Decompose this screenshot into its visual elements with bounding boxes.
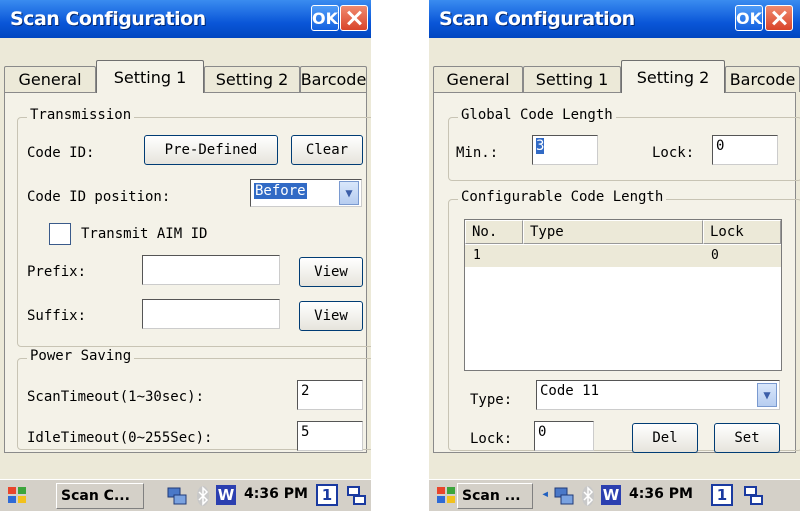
tab-general[interactable]: General — [433, 66, 523, 92]
suffix-input[interactable] — [142, 299, 280, 329]
scan-timeout-label: ScanTimeout(1~30sec): — [27, 389, 205, 405]
power-saving-legend: Power Saving — [27, 348, 135, 364]
min-label: Min.: — [456, 145, 499, 161]
pre-defined-button[interactable]: Pre-Defined — [144, 135, 278, 165]
screen-setting-1: Scan Configuration OK General Setting 1 … — [0, 0, 371, 511]
ok-button[interactable]: OK — [735, 5, 763, 31]
code-id-label: Code ID: — [27, 145, 95, 161]
idle-timeout-input[interactable]: 5 — [297, 421, 363, 451]
code-id-position-label: Code ID position: — [27, 189, 171, 205]
window-title: Scan Configuration — [439, 8, 635, 30]
set-button[interactable]: Set — [714, 423, 780, 453]
input-panel-icon[interactable]: 1 — [711, 484, 733, 506]
global-lock-input[interactable]: 0 — [712, 135, 778, 165]
global-code-length-legend: Global Code Length — [458, 107, 616, 123]
del-button[interactable]: Del — [632, 423, 698, 453]
min-input[interactable]: 3 — [532, 135, 598, 165]
tab-general[interactable]: General — [4, 66, 96, 92]
w-app-icon[interactable]: W — [601, 485, 621, 505]
prefix-input[interactable] — [142, 255, 280, 285]
configurable-code-length-legend: Configurable Code Length — [458, 189, 667, 205]
type-select[interactable]: Code 11 — [536, 380, 780, 410]
prefix-view-button[interactable]: View — [299, 257, 363, 287]
close-button[interactable] — [765, 5, 793, 31]
idle-timeout-label: IdleTimeout(0~255Sec): — [27, 430, 213, 446]
w-app-icon[interactable]: W — [216, 485, 236, 505]
taskbar: Scan C... W 4:36 PM 1 — [0, 479, 371, 511]
chevron-down-icon[interactable]: ▼ — [339, 181, 359, 205]
code-id-position-value: Before — [254, 183, 307, 199]
input-panel-icon[interactable]: 1 — [316, 484, 338, 506]
network-icon[interactable] — [166, 486, 188, 506]
min-value: 3 — [536, 138, 545, 154]
tab-setting-2[interactable]: Setting 2 — [204, 66, 300, 92]
scan-timeout-input[interactable]: 2 — [297, 380, 363, 410]
clock[interactable]: 4:36 PM — [629, 486, 693, 502]
column-header-no[interactable]: No. — [465, 220, 523, 244]
network-icon[interactable] — [553, 486, 575, 506]
transmit-aim-id-checkbox[interactable] — [49, 223, 71, 245]
clock[interactable]: 4:36 PM — [244, 486, 308, 502]
taskbar-app-button[interactable]: Scan C... — [56, 483, 144, 509]
bluetooth-icon[interactable] — [196, 485, 210, 507]
type-label: Type: — [470, 392, 513, 408]
row-lock: 0 — [711, 248, 719, 263]
bluetooth-icon[interactable] — [581, 485, 595, 507]
desktop-icon[interactable] — [346, 485, 368, 507]
start-flag-icon[interactable] — [435, 484, 457, 506]
start-flag-icon[interactable] — [6, 484, 28, 506]
lock-label: Lock: — [470, 431, 513, 447]
tab-barcode[interactable]: Barcode — [725, 66, 800, 92]
column-header-lock[interactable]: Lock — [703, 220, 781, 244]
title-bar: Scan Configuration OK — [429, 0, 800, 38]
chevron-down-icon[interactable]: ▼ — [757, 383, 777, 407]
screen-setting-2: Scan Configuration OK General Setting 1 … — [429, 0, 800, 511]
tab-panel: Transmission Code ID: Pre-Defined Clear … — [4, 92, 371, 453]
scroll-left-icon[interactable]: ◂ — [541, 486, 551, 506]
taskbar-app-button[interactable]: Scan ... — [457, 483, 533, 509]
ok-button[interactable]: OK — [311, 5, 339, 31]
close-button[interactable] — [340, 5, 368, 31]
row-no: 1 — [473, 248, 481, 263]
desktop-icon[interactable] — [743, 485, 765, 507]
tab-setting-1[interactable]: Setting 1 — [523, 66, 621, 92]
clear-button[interactable]: Clear — [291, 135, 363, 165]
table-row[interactable]: 1 0 — [465, 245, 781, 267]
lock-input[interactable]: 0 — [534, 421, 594, 451]
column-header-type[interactable]: Type — [523, 220, 703, 244]
transmission-legend: Transmission — [27, 107, 135, 123]
global-lock-label: Lock: — [652, 145, 695, 161]
suffix-view-button[interactable]: View — [299, 301, 363, 331]
prefix-label: Prefix: — [27, 264, 87, 280]
transmit-aim-id-label: Transmit AIM ID — [81, 226, 208, 242]
tab-setting-2[interactable]: Setting 2 — [621, 60, 725, 93]
title-bar: Scan Configuration OK — [0, 0, 371, 38]
code-length-list[interactable]: No. Type Lock 1 0 — [464, 219, 782, 371]
suffix-label: Suffix: — [27, 308, 87, 324]
tab-barcode[interactable]: Barcode — [300, 66, 367, 92]
tab-setting-1[interactable]: Setting 1 — [96, 60, 204, 93]
tab-panel: Global Code Length Min.: 3 Lock: 0 Confi… — [433, 92, 800, 453]
taskbar: Scan ... ◂ W 4:36 PM 1 — [429, 479, 800, 511]
window-title: Scan Configuration — [10, 8, 206, 30]
